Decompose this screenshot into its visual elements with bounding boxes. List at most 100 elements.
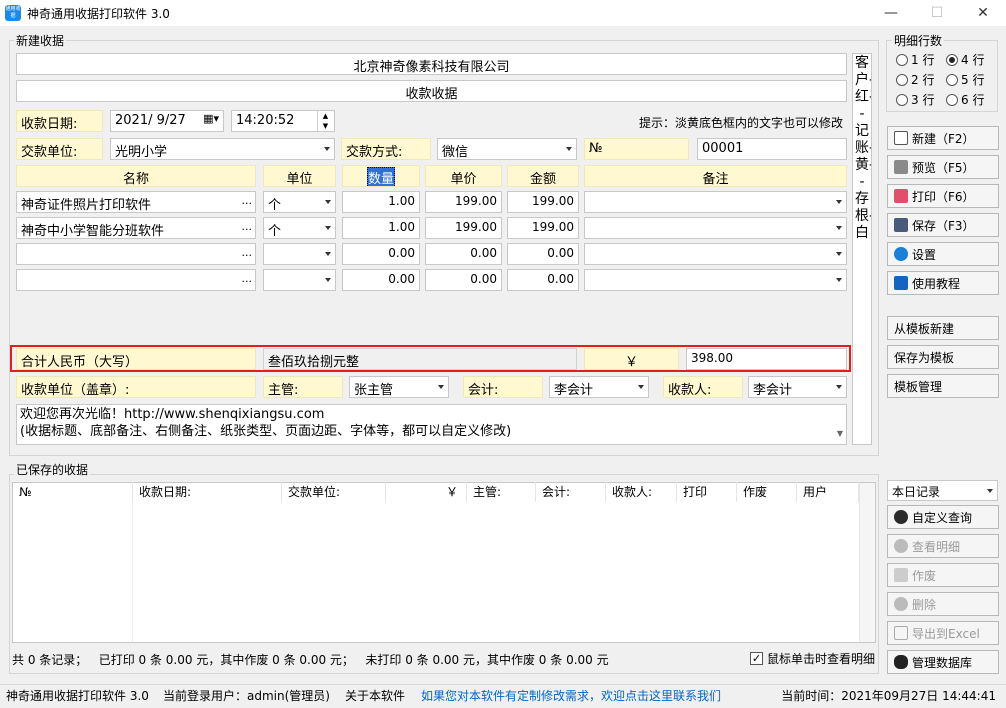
saved-col-header[interactable]: 交款单位:	[282, 482, 386, 502]
scroll-down-icon[interactable]: ▼	[837, 425, 843, 442]
rows-radio[interactable]: 3 行	[896, 91, 934, 108]
receipt-title-field[interactable]: 收款收据	[16, 80, 847, 102]
custom-query-button[interactable]: 自定义查询	[887, 505, 999, 529]
item-price-field[interactable]: 199.00	[425, 217, 502, 239]
total-currency[interactable]: ￥	[584, 348, 679, 370]
item-qty-field[interactable]: 0.00	[342, 243, 420, 265]
delete-button[interactable]: 删除	[887, 592, 999, 616]
more-icon[interactable]: ...	[242, 220, 253, 233]
accountant-label[interactable]: 会计:	[463, 376, 543, 398]
saved-col-header[interactable]: №	[13, 482, 133, 502]
saved-col-header[interactable]: 会计:	[536, 482, 606, 502]
payer-label[interactable]: 交款单位:	[16, 138, 103, 160]
payee-select[interactable]: 李会计	[748, 376, 847, 398]
saved-col-header[interactable]: 用户	[797, 482, 859, 502]
minimize-button[interactable]: —	[868, 0, 914, 26]
receipt-date-picker[interactable]: 2021/ 9/27 ▦▾	[110, 110, 224, 132]
item-remark-select[interactable]	[584, 191, 847, 213]
item-name-field[interactable]: 神奇证件照片打印软件 ...	[16, 191, 256, 213]
item-remark-select[interactable]	[584, 217, 847, 239]
header-remark[interactable]: 备注	[584, 165, 847, 187]
side-note[interactable]: 客户-红--记账-黄--存根-白	[852, 53, 872, 445]
accountant-select[interactable]: 李会计	[549, 376, 649, 398]
item-amount-field[interactable]: 199.00	[507, 217, 579, 239]
settings-button[interactable]: 设置	[887, 242, 999, 266]
item-name-field[interactable]: ...	[16, 243, 256, 265]
item-remark-select[interactable]	[584, 269, 847, 291]
item-price-field[interactable]: 199.00	[425, 191, 502, 213]
item-amount-field[interactable]: 0.00	[507, 269, 579, 291]
manage-template-button[interactable]: 模板管理	[887, 374, 999, 398]
calendar-icon[interactable]: ▦▾	[203, 112, 219, 125]
item-unit-select[interactable]: 个	[263, 217, 336, 239]
item-qty-field[interactable]: 1.00	[342, 217, 420, 239]
item-unit-select[interactable]	[263, 243, 336, 265]
company-name-field[interactable]: 北京神奇像素科技有限公司	[16, 53, 847, 75]
checkbox-checked-icon[interactable]: ✓	[750, 652, 763, 665]
item-remark-select[interactable]	[584, 243, 847, 265]
more-icon[interactable]: ...	[242, 194, 253, 207]
rows-radio[interactable]: 6 行	[946, 91, 984, 108]
receipt-date-label[interactable]: 收款日期:	[16, 110, 103, 132]
rows-radio[interactable]: 1 行	[896, 51, 934, 68]
header-price[interactable]: 单价	[425, 165, 502, 187]
saved-col-header[interactable]: 打印	[677, 482, 737, 502]
manager-label[interactable]: 主管:	[263, 376, 343, 398]
item-name-field[interactable]: 神奇中小学智能分班软件 ...	[16, 217, 256, 239]
preview-button[interactable]: 预览（F5）	[887, 155, 999, 179]
contact-link[interactable]: 如果您对本软件有定制修改需求，欢迎点击这里联系我们	[421, 685, 721, 707]
view-detail-button[interactable]: 查看明细	[887, 534, 999, 558]
manager-select[interactable]: 张主管	[349, 376, 449, 398]
payer-select[interactable]: 光明小学	[110, 138, 335, 160]
about-link[interactable]: 关于本软件	[345, 685, 405, 707]
pay-method-label[interactable]: 交款方式:	[341, 138, 431, 160]
save-button[interactable]: 保存（F3）	[887, 213, 999, 237]
item-qty-field[interactable]: 1.00	[342, 191, 420, 213]
header-qty[interactable]: 数量	[342, 165, 420, 187]
header-amount[interactable]: 金额	[507, 165, 579, 187]
rows-radio[interactable]: 4 行	[946, 51, 984, 68]
item-price-field[interactable]: 0.00	[425, 269, 502, 291]
header-name[interactable]: 名称	[16, 165, 256, 187]
pay-method-select[interactable]: 微信	[437, 138, 577, 160]
receipt-time-field[interactable]: 14:20:52 ▲ ▼	[231, 110, 335, 132]
table-scrollbar[interactable]	[859, 483, 875, 642]
print-button[interactable]: 打印（F6）	[887, 184, 999, 208]
save-template-button[interactable]: 保存为模板	[887, 345, 999, 369]
item-price-field[interactable]: 0.00	[425, 243, 502, 265]
rows-radio[interactable]: 2 行	[896, 71, 934, 88]
item-unit-select[interactable]	[263, 269, 336, 291]
header-unit[interactable]: 单位	[263, 165, 336, 187]
new-button[interactable]: 新建（F2）	[887, 126, 999, 150]
number-field[interactable]: 00001	[697, 138, 847, 160]
manage-db-button[interactable]: 管理数据库	[887, 650, 999, 674]
more-icon[interactable]: ...	[242, 246, 253, 259]
item-name-field[interactable]: ...	[16, 269, 256, 291]
maximize-button[interactable]: ☐	[914, 0, 960, 26]
total-label[interactable]: 合计人民币（大写）	[16, 348, 256, 370]
item-amount-field[interactable]: 0.00	[507, 243, 579, 265]
click-view-checkbox[interactable]: ✓ 鼠标单击时查看明细	[750, 650, 875, 667]
number-label[interactable]: №	[584, 138, 689, 160]
rows-radio[interactable]: 5 行	[946, 71, 984, 88]
more-icon[interactable]: ...	[242, 272, 253, 285]
seal-label[interactable]: 收款单位（盖章）:	[16, 376, 256, 398]
record-filter-select[interactable]: 本日记录	[887, 480, 998, 501]
item-qty-field[interactable]: 0.00	[342, 269, 420, 291]
tutorial-button[interactable]: 使用教程	[887, 271, 999, 295]
void-button[interactable]: 作废	[887, 563, 999, 587]
saved-col-header[interactable]: 收款日期:	[133, 482, 282, 502]
export-excel-button[interactable]: 导出到Excel	[887, 621, 999, 645]
item-unit-select[interactable]: 个	[263, 191, 336, 213]
bottom-note-textarea[interactable]: 欢迎您再次光临！http://www.shenqixiangsu.com (收据…	[16, 404, 847, 445]
saved-col-header[interactable]: 作废	[737, 482, 797, 502]
from-template-button[interactable]: 从模板新建	[887, 316, 999, 340]
saved-col-header[interactable]: 收款人:	[606, 482, 677, 502]
item-amount-field[interactable]: 199.00	[507, 191, 579, 213]
close-button[interactable]: ✕	[960, 0, 1006, 26]
payee-label[interactable]: 收款人:	[663, 376, 743, 398]
time-spinner-icon[interactable]: ▲ ▼	[317, 111, 333, 131]
saved-col-header[interactable]: ￥	[386, 482, 467, 502]
saved-receipts-table[interactable]	[12, 482, 876, 643]
saved-col-header[interactable]: 主管:	[467, 482, 536, 502]
